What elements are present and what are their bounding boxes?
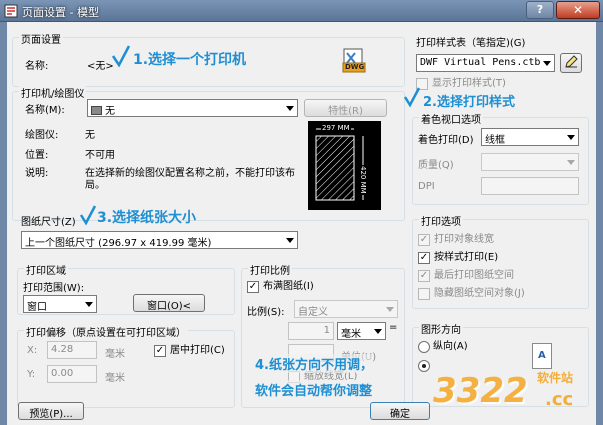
window-title: 页面设置 - 模型 [22, 6, 99, 19]
paper-preview: 297 MM 420 MM [308, 121, 381, 210]
window-frame-right [596, 22, 603, 425]
check-icon: ✓ [418, 252, 430, 264]
chevron-down-icon [286, 238, 294, 243]
watermark-logo: 3322 软件站 .cc [433, 371, 574, 411]
paper-size-select[interactable]: 上一个图纸尺寸 (296.97 x 419.99 毫米) [21, 231, 298, 249]
help-button[interactable]: ? [526, 1, 554, 19]
plotter-value: 无 [85, 130, 95, 141]
dpi-label: DPI [418, 181, 435, 192]
offset-x-unit: 毫米 [105, 349, 125, 360]
plot-range-select[interactable]: 窗口 [23, 295, 97, 313]
dialog-body: 页面设置 名称: <无> DWG 打印机/绘图仪 名称(M): 无 特性(R) … [7, 22, 596, 425]
orientation-paper-icon: A [532, 343, 552, 369]
quality-label: 质量(Q) [418, 160, 454, 171]
chevron-down-icon [543, 61, 551, 66]
plotter-label: 绘图仪: [25, 130, 59, 141]
description-label: 说明: [25, 168, 49, 179]
chevron-down-icon [374, 329, 382, 334]
plot-paperspace-last-checkbox[interactable]: ✓ 最后打印图纸空间 [418, 270, 514, 282]
check-icon: ✓ [418, 234, 430, 246]
dwg-icon: DWG [341, 48, 367, 74]
paper-size-caption: 图纸尺寸(Z) [21, 217, 76, 228]
edit-plot-style-button[interactable] [560, 53, 582, 73]
plot-style-caption: 打印样式表（笔指定)(G) [416, 38, 526, 49]
printer-name-select[interactable]: 无 [87, 99, 298, 117]
shaded-viewport-caption: 着色视口选项 [419, 111, 483, 126]
annotation-step-1: 1.选择一个打印机 [133, 52, 247, 68]
scale-equals: = [389, 322, 398, 333]
dpi-field[interactable] [481, 177, 579, 195]
page-setup-name-value: <无> [87, 61, 114, 72]
annotation-step-4-line-2: 软件会自动帮你调整 [255, 380, 373, 399]
radio-icon [418, 341, 430, 353]
close-button[interactable]: ✕ [556, 1, 600, 19]
scale-unit-select[interactable]: 毫米 [337, 322, 386, 340]
description-line-2: 局。 [85, 180, 105, 191]
pencil-edit-icon [565, 55, 578, 68]
display-plot-styles-checkbox[interactable]: 显示打印样式(T) [416, 78, 506, 90]
plot-area-caption: 打印区域 [24, 262, 68, 277]
title-bar: 页面设置 - 模型 ? ✕ [0, 0, 603, 22]
scale-select[interactable]: 自定义 [294, 300, 398, 318]
chevron-down-icon [386, 307, 394, 312]
ok-button[interactable]: 确定 [370, 402, 430, 420]
plot-range-label: 打印范围(W): [23, 283, 85, 294]
offset-x-field[interactable]: 4.28 [47, 341, 97, 359]
plot-lineweights-checkbox[interactable]: ✓ 打印对象线宽 [418, 234, 494, 246]
chevron-down-icon [567, 160, 575, 165]
description-line-1: 在选择新的绘图仪配置名称之前，不能打印该布 [85, 168, 295, 179]
plot-style-select[interactable]: DWF Virtual Pens.ctb [416, 54, 555, 72]
location-value: 不可用 [85, 150, 115, 161]
printer-icon [91, 106, 102, 115]
annotation-step-4-line-1: 4.纸张方向不用调， [255, 354, 373, 373]
orientation-caption: 图形方向 [419, 321, 463, 336]
shade-plot-select[interactable]: 线框 [481, 128, 579, 146]
plot-scale-caption: 打印比例 [248, 262, 292, 277]
checkmark-annotation-2 [403, 87, 421, 108]
center-plot-checkbox[interactable]: ✓ 居中打印(C) [154, 345, 225, 357]
portrait-radio[interactable]: 纵向(A) [418, 341, 468, 353]
checkmark-annotation-3 [79, 205, 97, 226]
radio-selected-icon [418, 360, 430, 372]
page-setup-name-label: 名称: [25, 61, 49, 72]
offset-y-label: Y: [27, 369, 36, 380]
check-icon: ✓ [247, 281, 259, 293]
printer-properties-button[interactable]: 特性(R) [304, 99, 387, 117]
checkmark-annotation-1 [111, 45, 131, 68]
offset-x-label: X: [27, 345, 38, 356]
scale-num1-field[interactable]: 1 [288, 322, 334, 340]
chevron-down-icon [85, 302, 93, 307]
plot-offset-caption: 打印偏移（原点设置在可打印区域） [24, 324, 188, 339]
location-label: 位置: [25, 150, 49, 161]
preview-height-label: 420 MM [359, 165, 367, 195]
window-frame-left [0, 22, 7, 425]
offset-y-unit: 毫米 [105, 373, 125, 384]
chevron-down-icon [286, 106, 294, 111]
scale-label: 比例(S): [247, 307, 285, 318]
page-setup-caption: 页面设置 [19, 31, 63, 46]
quality-select[interactable] [481, 153, 579, 171]
shade-plot-label: 着色打印(D) [418, 135, 474, 146]
check-icon: ✓ [154, 345, 166, 357]
checkbox-empty-icon [418, 288, 430, 300]
offset-y-field[interactable]: 0.00 [47, 365, 97, 383]
plot-options-caption: 打印选项 [419, 213, 463, 228]
hide-paperspace-objects-checkbox[interactable]: 隐藏图纸空间对象(J) [418, 288, 525, 300]
window-button[interactable]: 窗口(O)< [133, 294, 205, 312]
preview-width-label: 297 MM [321, 124, 351, 132]
app-icon [4, 4, 18, 18]
plot-with-styles-checkbox[interactable]: ✓ 按样式打印(E) [418, 252, 498, 264]
printer-caption: 打印机/绘图仪 [19, 85, 87, 100]
fit-to-paper-checkbox[interactable]: ✓ 布满图纸(I) [247, 281, 314, 293]
annotation-step-3: 3.选择纸张大小 [97, 210, 197, 226]
annotation-step-2: 2.选择打印样式 [423, 91, 515, 110]
printer-name-label: 名称(M): [25, 105, 65, 116]
check-icon: ✓ [418, 270, 430, 282]
preview-button[interactable]: 预览(P)... [18, 402, 84, 420]
chevron-down-icon [567, 135, 575, 140]
